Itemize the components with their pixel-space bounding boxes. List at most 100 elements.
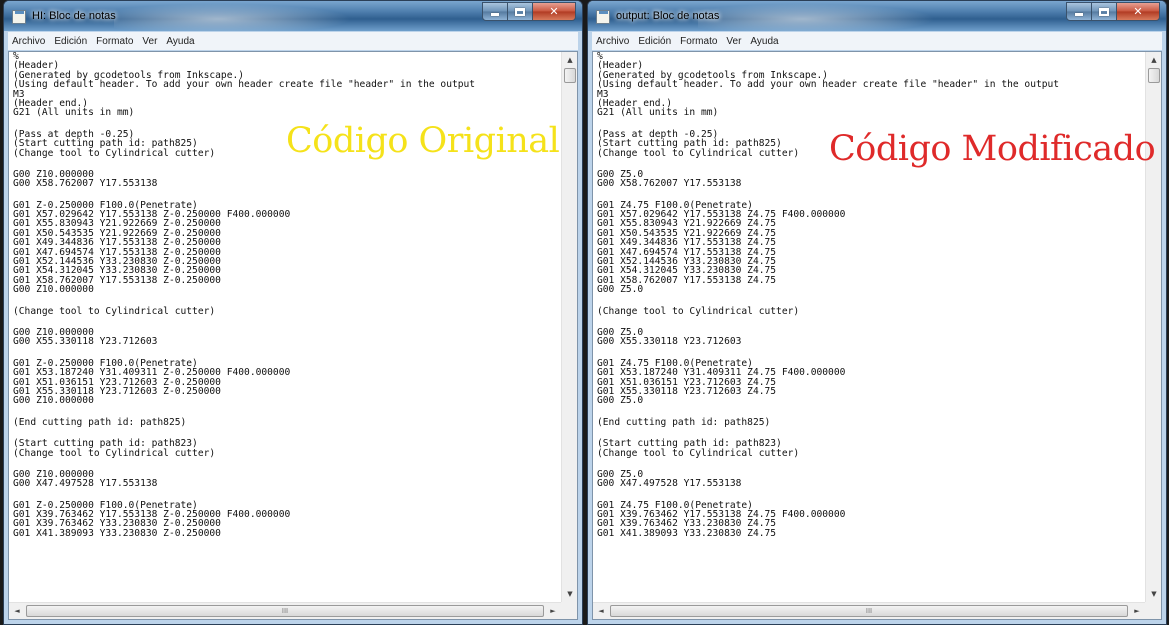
notepad-icon — [596, 10, 610, 24]
title-bar[interactable]: HI: Bloc de notas ✕ — [4, 1, 582, 31]
maximize-button[interactable] — [1092, 2, 1117, 21]
code-line: G00 X58.762007 Y17.553138 — [13, 178, 158, 190]
code-line: (Change tool to Cylindrical cutter) — [13, 447, 216, 459]
code-line: % — [13, 52, 19, 62]
code-line: G00 X47.497528 Y17.553138 — [13, 478, 158, 490]
scroll-up-icon[interactable]: ▲ — [1146, 52, 1162, 68]
maximize-button[interactable] — [508, 2, 533, 21]
scroll-corner — [561, 602, 577, 619]
scroll-right-icon[interactable]: ► — [545, 603, 561, 619]
menu-ayuda[interactable]: Ayuda — [750, 36, 778, 47]
code-line: G00 Z5.0 — [597, 284, 644, 296]
scroll-left-icon[interactable]: ◄ — [9, 603, 25, 619]
code-line: G01 X55.330118 Y23.712603 Z-0.250000 — [13, 385, 221, 397]
vertical-scrollbar[interactable]: ▲ ▼ — [561, 52, 577, 602]
code-line: G00 X47.497528 Y17.553138 — [597, 478, 742, 490]
menu-edicion[interactable]: Edición — [54, 36, 87, 47]
window-title: HI: Bloc de notas — [32, 10, 116, 22]
menu-ayuda[interactable]: Ayuda — [166, 36, 194, 47]
code-line: G00 X55.330118 Y23.712603 — [13, 336, 158, 348]
menu-bar: Archivo Edición Formato Ver Ayuda — [592, 32, 1162, 50]
caption-buttons: ✕ — [1066, 2, 1160, 21]
grip-icon: III — [865, 607, 873, 615]
code-line: (Change tool to Cylindrical cutter) — [13, 305, 216, 317]
minimize-button[interactable] — [482, 2, 508, 21]
minimize-icon — [1075, 13, 1083, 16]
horizontal-scrollbar[interactable]: ◄ III ► — [9, 602, 561, 619]
minimize-icon — [491, 13, 499, 16]
scroll-right-icon[interactable]: ► — [1129, 603, 1145, 619]
code-line: (Using default header. To add your own h… — [597, 79, 1060, 91]
caption-buttons: ✕ — [482, 2, 576, 21]
scroll-thumb-horizontal[interactable]: III — [26, 605, 544, 617]
scroll-thumb[interactable] — [564, 68, 576, 83]
code-line: (Using default header. To add your own h… — [13, 79, 476, 91]
code-line: G01 X58.762007 Y17.553138 Z-0.250000 — [13, 274, 221, 286]
code-line: G01 X41.389093 Y33.230830 Z-0.250000 — [13, 527, 221, 539]
original-code-label: Código Original — [286, 121, 560, 161]
code-line: G01 X55.330118 Y23.712603 Z4.75 — [597, 385, 777, 397]
code-line: G01 X41.389093 Y33.230830 Z4.75 — [597, 527, 777, 539]
close-icon: ✕ — [549, 5, 559, 18]
menu-formato[interactable]: Formato — [96, 36, 133, 47]
menu-formato[interactable]: Formato — [680, 36, 717, 47]
code-line: M3 — [597, 88, 609, 100]
code-line: G00 Z5.0 — [597, 395, 644, 407]
code-line: G01 X58.762007 Y17.553138 Z4.75 — [597, 274, 777, 286]
notepad-window-modified[interactable]: output: Bloc de notas ✕ Archivo Edición … — [587, 0, 1167, 625]
scroll-down-icon[interactable]: ▼ — [1146, 586, 1162, 602]
code-line: G00 X58.762007 Y17.553138 — [597, 178, 742, 190]
code-line: G21 (All units in mm) — [13, 107, 135, 119]
scroll-left-icon[interactable]: ◄ — [593, 603, 609, 619]
code-line: (Change tool to Cylindrical cutter) — [597, 305, 800, 317]
grip-icon: III — [281, 607, 289, 615]
close-button[interactable]: ✕ — [1117, 2, 1160, 21]
notepad-icon — [12, 10, 26, 24]
close-icon: ✕ — [1133, 5, 1143, 18]
close-button[interactable]: ✕ — [533, 2, 576, 21]
scroll-thumb-horizontal[interactable]: III — [610, 605, 1128, 617]
code-line: G21 (All units in mm) — [597, 107, 719, 119]
scroll-up-icon[interactable]: ▲ — [562, 52, 578, 68]
maximize-icon — [515, 7, 525, 16]
minimize-button[interactable] — [1066, 2, 1092, 21]
menu-archivo[interactable]: Archivo — [12, 36, 45, 47]
maximize-icon — [1099, 7, 1109, 16]
code-line: G00 Z10.000000 — [13, 284, 94, 296]
code-line: G00 X55.330118 Y23.712603 — [597, 336, 742, 348]
scroll-thumb[interactable] — [1148, 68, 1160, 83]
scroll-down-icon[interactable]: ▼ — [562, 586, 578, 602]
menu-archivo[interactable]: Archivo — [596, 36, 629, 47]
notepad-window-original[interactable]: HI: Bloc de notas ✕ Archivo Edición Form… — [3, 0, 583, 625]
code-line: (End cutting path id: path825) — [13, 416, 187, 428]
code-line: (End cutting path id: path825) — [597, 416, 771, 428]
title-bar[interactable]: output: Bloc de notas ✕ — [588, 1, 1166, 31]
code-line: (Change tool to Cylindrical cutter) — [597, 447, 800, 459]
horizontal-scrollbar[interactable]: ◄ III ► — [593, 602, 1145, 619]
code-line: % — [597, 52, 603, 62]
menu-ver[interactable]: Ver — [726, 36, 741, 47]
scroll-corner — [1145, 602, 1161, 619]
menu-ver[interactable]: Ver — [142, 36, 157, 47]
menu-bar: Archivo Edición Formato Ver Ayuda — [8, 32, 578, 50]
menu-edicion[interactable]: Edición — [638, 36, 671, 47]
code-line: M3 — [13, 88, 25, 100]
window-title: output: Bloc de notas — [616, 10, 720, 22]
code-line: G00 Z10.000000 — [13, 395, 94, 407]
modified-code-label: Código Modificado — [829, 129, 1156, 169]
